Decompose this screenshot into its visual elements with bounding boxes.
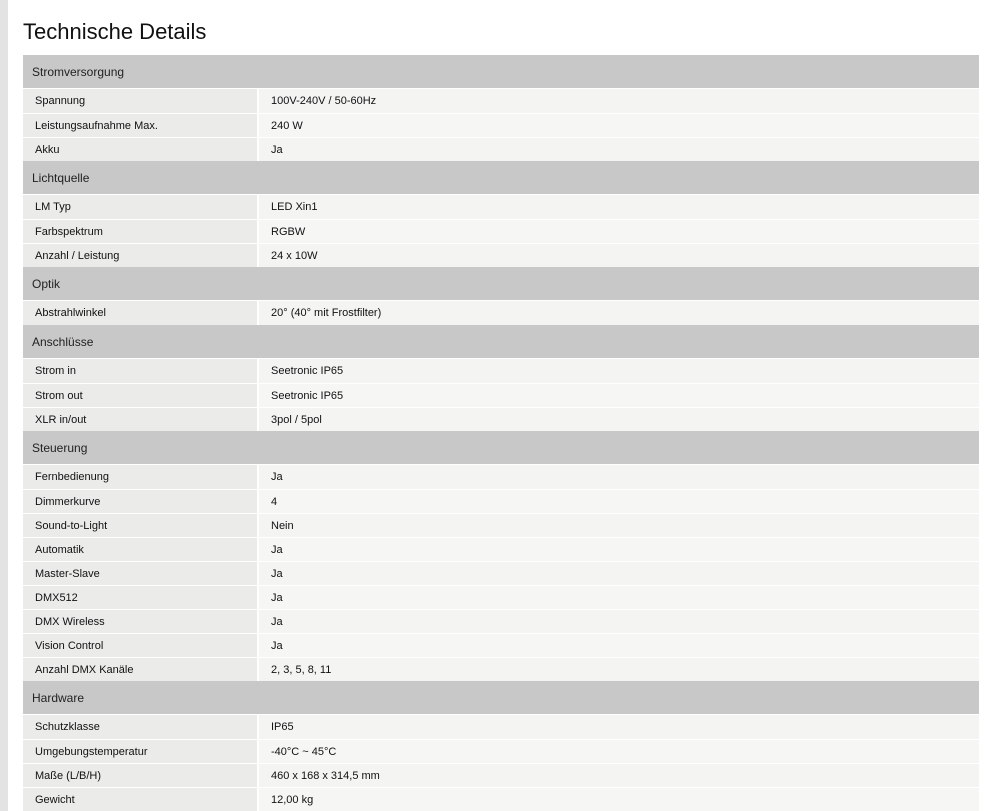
section-rows: Spannung 100V-240V / 50-60Hz Leistungsaufn… <box>23 88 979 161</box>
spec-row: Sound-to-Light Nein <box>23 513 979 537</box>
technical-details-table: Stromversorgung Spannung 100V-240V / 50-60… <box>23 55 979 811</box>
spec-value: RGBW <box>259 220 979 243</box>
spec-row: Anzahl / Leistung 24 x 10W <box>23 243 979 267</box>
spec-label: DMX512 <box>23 586 259 609</box>
spec-label: Master-Slave <box>23 562 259 585</box>
section-header: Optik <box>23 267 979 300</box>
spec-value: 12,00 kg <box>259 788 979 811</box>
spec-row: Strom in Seetronic IP65 <box>23 359 979 383</box>
spec-label: Farbspektrum <box>23 220 259 243</box>
spec-value: Ja <box>259 610 979 633</box>
spec-label: Abstrahlwinkel <box>23 301 259 325</box>
spec-row: Maße (L/B/H) 460 x 168 x 314,5 mm <box>23 763 979 787</box>
spec-label: Leistungsaufnahme Max. <box>23 114 259 137</box>
spec-row: Leistungsaufnahme Max. 240 W <box>23 113 979 137</box>
spec-value: Ja <box>259 538 979 561</box>
section-rows: Schutzklasse IP65 Umgebungstemperatur -40°C… <box>23 714 979 811</box>
left-edge-strip <box>0 0 8 811</box>
spec-value: 20° (40° mit Frostfilter) <box>259 301 979 325</box>
spec-row: Fernbedienung Ja <box>23 465 979 489</box>
spec-label: Maße (L/B/H) <box>23 764 259 787</box>
spec-value: Ja <box>259 465 979 489</box>
spec-value: Ja <box>259 586 979 609</box>
spec-label: Anzahl DMX Kanäle <box>23 658 259 681</box>
spec-row: Schutzklasse IP65 <box>23 715 979 739</box>
spec-label: Schutzklasse <box>23 715 259 739</box>
spec-row: Master-Slave Ja <box>23 561 979 585</box>
section-header: Anschlüsse <box>23 325 979 358</box>
spec-label: Strom in <box>23 359 259 383</box>
spec-value: 2, 3, 5, 8, 11 <box>259 658 979 681</box>
section-header: Steuerung <box>23 431 979 464</box>
spec-value: -40°C ~ 45°C <box>259 740 979 763</box>
spec-label: Strom out <box>23 384 259 407</box>
spec-label: Automatik <box>23 538 259 561</box>
spec-label: Akku <box>23 138 259 161</box>
spec-label: LM Typ <box>23 195 259 219</box>
spec-row: Akku Ja <box>23 137 979 161</box>
spec-value: 240 W <box>259 114 979 137</box>
spec-section: Steuerung Fernbedienung Ja Dimmerkurve 4 Soun… <box>23 431 979 681</box>
spec-row: Farbspektrum RGBW <box>23 219 979 243</box>
spec-row: Strom out Seetronic IP65 <box>23 383 979 407</box>
section-header: Hardware <box>23 681 979 714</box>
spec-section: Optik Abstrahlwinkel 20° (40° mit Frostfil… <box>23 267 979 325</box>
spec-label: Anzahl / Leistung <box>23 244 259 267</box>
spec-value: 4 <box>259 490 979 513</box>
spec-label: Sound-to-Light <box>23 514 259 537</box>
spec-value: 3pol / 5pol <box>259 408 979 431</box>
spec-value: 100V-240V / 50-60Hz <box>259 89 979 113</box>
spec-section: Anschlüsse Strom in Seetronic IP65 Strom ou… <box>23 325 979 431</box>
spec-section: Stromversorgung Spannung 100V-240V / 50-60… <box>23 55 979 161</box>
spec-section: Lichtquelle LM Typ LED Xin1 Farbspektrum RGB… <box>23 161 979 267</box>
spec-label: Fernbedienung <box>23 465 259 489</box>
spec-section: Hardware Schutzklasse IP65 Umgebungstempera… <box>23 681 979 811</box>
spec-value: LED Xin1 <box>259 195 979 219</box>
spec-value: Seetronic IP65 <box>259 359 979 383</box>
spec-value: Ja <box>259 634 979 657</box>
section-header: Lichtquelle <box>23 161 979 194</box>
spec-row: Automatik Ja <box>23 537 979 561</box>
spec-label: DMX Wireless <box>23 610 259 633</box>
spec-label: Vision Control <box>23 634 259 657</box>
spec-label: Gewicht <box>23 788 259 811</box>
spec-row: Umgebungstemperatur -40°C ~ 45°C <box>23 739 979 763</box>
section-header: Stromversorgung <box>23 55 979 88</box>
section-rows: Abstrahlwinkel 20° (40° mit Frostfilter) <box>23 300 979 325</box>
spec-label: Dimmerkurve <box>23 490 259 513</box>
spec-label: Spannung <box>23 89 259 113</box>
spec-value: 24 x 10W <box>259 244 979 267</box>
spec-value: Ja <box>259 562 979 585</box>
spec-row: Dimmerkurve 4 <box>23 489 979 513</box>
spec-row: Anzahl DMX Kanäle 2, 3, 5, 8, 11 <box>23 657 979 681</box>
section-rows: Strom in Seetronic IP65 Strom out Seetronic… <box>23 358 979 431</box>
spec-row: DMX Wireless Ja <box>23 609 979 633</box>
spec-row: XLR in/out 3pol / 5pol <box>23 407 979 431</box>
section-rows: Fernbedienung Ja Dimmerkurve 4 Sound-to-Ligh… <box>23 464 979 681</box>
spec-row: Vision Control Ja <box>23 633 979 657</box>
spec-value: 460 x 168 x 314,5 mm <box>259 764 979 787</box>
page-title: Technische Details <box>23 19 207 44</box>
spec-row: Gewicht 12,00 kg <box>23 787 979 811</box>
spec-value: Seetronic IP65 <box>259 384 979 407</box>
spec-label: Umgebungstemperatur <box>23 740 259 763</box>
spec-row: DMX512 Ja <box>23 585 979 609</box>
spec-label: XLR in/out <box>23 408 259 431</box>
spec-value: Ja <box>259 138 979 161</box>
section-rows: LM Typ LED Xin1 Farbspektrum RGBW Anzahl / L… <box>23 194 979 267</box>
spec-row: LM Typ LED Xin1 <box>23 195 979 219</box>
spec-value: Nein <box>259 514 979 537</box>
spec-row: Spannung 100V-240V / 50-60Hz <box>23 89 979 113</box>
spec-value: IP65 <box>259 715 979 739</box>
spec-row: Abstrahlwinkel 20° (40° mit Frostfilter) <box>23 301 979 325</box>
